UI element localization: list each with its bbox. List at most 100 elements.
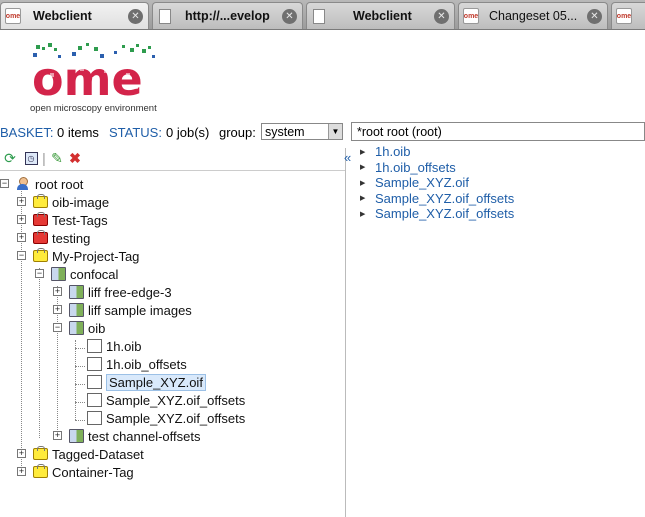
user-select-value: *root root (root) (357, 124, 442, 139)
tab-webclient-active[interactable]: ome Webclient ✕ (0, 2, 149, 29)
tree-item-label: liff sample images (88, 302, 192, 318)
tree-item-my-project-tag[interactable]: − My-Project-Tag (17, 247, 139, 265)
tab-title: http://...evelop (185, 9, 270, 23)
list-item-label: 1h.oib_offsets (375, 159, 456, 175)
status-bar: BASKET: 0 items STATUS: 0 job(s) group: … (0, 121, 645, 143)
tree-item-image[interactable]: 1h.oib (87, 337, 141, 355)
group-select-value: system (265, 124, 305, 139)
tree-item-label: Sample_XYZ.oif_offsets (106, 410, 246, 426)
expand-icon[interactable]: + (17, 233, 26, 242)
list-item-label: Sample_XYZ.oif (375, 175, 469, 191)
tab-title: Webclient (33, 9, 92, 23)
tree-item-testing[interactable]: + testing (17, 229, 90, 247)
toolbar-divider (0, 170, 345, 171)
collapse-icon[interactable]: − (17, 251, 26, 260)
tree-item-label: 1h.oib_offsets (106, 356, 187, 372)
tag-icon (33, 194, 48, 208)
tree-item-label: My-Project-Tag (52, 248, 140, 264)
tree-item-image[interactable]: Sample_XYZ.oif_offsets (87, 409, 245, 427)
user-icon (16, 177, 31, 191)
tab-http-develop[interactable]: http://...evelop ✕ (152, 2, 303, 29)
pane-splitter[interactable] (345, 148, 346, 517)
tree-item-test-tags[interactable]: + Test-Tags (17, 211, 108, 229)
project-icon (51, 267, 66, 281)
tree-item-confocal[interactable]: − confocal (35, 265, 118, 283)
collapse-icon[interactable]: − (35, 269, 44, 278)
tab-changeset[interactable]: ome Changeset 05... ✕ (458, 2, 608, 29)
close-icon[interactable]: ✕ (128, 8, 143, 24)
tree-item-tagged-dataset[interactable]: + Tagged-Dataset (17, 445, 144, 463)
triangle-right-icon: ▶ (360, 179, 366, 187)
list-item[interactable]: ▶ Sample_XYZ.oif_offsets (360, 206, 645, 222)
image-icon (87, 411, 102, 425)
expand-icon[interactable]: + (17, 197, 26, 206)
tree-item-image-selected[interactable]: Sample_XYZ.oif (87, 373, 206, 391)
group-label: group: (219, 124, 256, 140)
tree-item-image[interactable]: Sample_XYZ.oif_offsets (87, 391, 245, 409)
tag-icon (33, 464, 48, 478)
expand-icon[interactable]: + (53, 287, 62, 296)
tree-connector (75, 366, 85, 367)
tree-item-label: Tagged-Dataset (52, 446, 144, 462)
tree-item-liff-sample-images[interactable]: + liff sample images (53, 301, 192, 319)
expand-icon[interactable]: + (53, 305, 62, 314)
collapse-pane-icon[interactable]: « (344, 150, 351, 165)
chevron-down-icon: ▼ (328, 124, 342, 139)
edit-icon[interactable]: ✎ (49, 150, 65, 166)
tree-item-image[interactable]: 1h.oib_offsets (87, 355, 187, 373)
dataset-icon (69, 303, 84, 317)
group-select[interactable]: system ▼ (261, 123, 343, 140)
tag-icon (33, 446, 48, 460)
dataset-icon (69, 285, 84, 299)
triangle-right-icon: ▶ (360, 195, 366, 203)
tree-item-test-channel-offsets[interactable]: + test channel-offsets (53, 427, 201, 445)
tree-connector (75, 348, 85, 349)
list-item[interactable]: ▶ 1h.oib (360, 144, 645, 160)
tag-set-icon (33, 212, 48, 226)
status-label[interactable]: STATUS: (109, 125, 162, 140)
tree-item-label: Sample_XYZ.oif (106, 373, 206, 391)
expand-icon[interactable]: + (53, 431, 62, 440)
tree-connector (75, 420, 85, 421)
close-icon[interactable]: ✕ (587, 8, 602, 24)
logo-subtitle: open microscopy environment (30, 103, 157, 114)
basket-label[interactable]: BASKET: (0, 125, 53, 140)
list-item[interactable]: ▶ Sample_XYZ.oif (360, 175, 645, 191)
list-item[interactable]: ▶ Sample_XYZ.oif_offsets (360, 191, 645, 207)
refresh-icon[interactable]: ⟳ (2, 150, 18, 166)
tree-item-label: test channel-offsets (88, 428, 201, 444)
close-icon[interactable]: ✕ (434, 8, 449, 24)
tree-item-oib[interactable]: − oib (53, 319, 105, 337)
tree-item-label: oib-image (52, 194, 110, 210)
collapse-icon[interactable]: − (0, 179, 9, 188)
tree-connector (39, 268, 40, 438)
calendar-icon[interactable]: ◷ (23, 150, 39, 166)
tree-connector (75, 402, 85, 403)
tree-item-label: Test-Tags (52, 212, 108, 228)
collapse-icon[interactable]: − (53, 323, 62, 332)
tree-item-container-tag[interactable]: + Container-Tag (17, 463, 134, 481)
list-item[interactable]: ▶ 1h.oib_offsets (360, 160, 645, 176)
tree-item-label: 1h.oib (106, 338, 142, 354)
ome-icon: ome (463, 8, 479, 24)
expand-icon[interactable]: + (17, 449, 26, 458)
list-item-label: 1h.oib (375, 144, 411, 160)
browser-tab-bar: ome Webclient ✕ http://...evelop ✕ Webcl… (0, 0, 645, 30)
expand-icon[interactable]: + (17, 215, 26, 224)
dataset-icon (69, 321, 84, 335)
tab-ome-partial[interactable]: ome (611, 2, 645, 29)
tree-connector (75, 340, 76, 420)
delete-icon[interactable]: ✖ (67, 150, 83, 166)
expand-icon[interactable]: + (17, 467, 26, 476)
tree-root[interactable]: − root root (0, 175, 83, 193)
tree-item-liff-free-edge-3[interactable]: + liff free-edge-3 (53, 283, 172, 301)
tree-root-label: root root (35, 176, 84, 192)
close-icon[interactable]: ✕ (282, 8, 297, 24)
image-icon (87, 393, 102, 407)
image-icon (87, 375, 102, 389)
tab-webclient[interactable]: Webclient ✕ (306, 2, 455, 29)
tree-item-label: testing (52, 230, 91, 246)
tree-item-oib-image[interactable]: + oib-image (17, 193, 109, 211)
tab-title: Webclient (353, 9, 412, 23)
user-select[interactable]: *root root (root) (351, 122, 645, 141)
